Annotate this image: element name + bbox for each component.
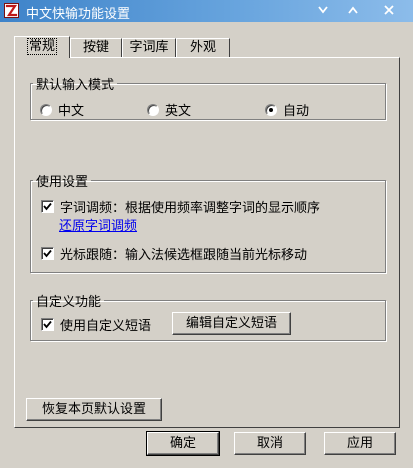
checkmark-icon [43, 202, 52, 211]
tab-appearance[interactable]: 外观 [176, 38, 230, 57]
edit-custom-phrase-button[interactable]: 编辑自定义短语 [172, 312, 291, 335]
radio-circle [147, 103, 159, 116]
apply-button[interactable]: 应用 [324, 432, 396, 455]
restore-freq-link[interactable]: 还原字词调频 [59, 215, 137, 234]
tab-panel-general: 默认输入模式 中文 英文 自动 使用设置 字词调频：根据使用频率调整字词的显示顺… [14, 57, 400, 428]
checkbox-box [41, 200, 54, 213]
dialog-body: 常规 按键 字词库 外观 默认输入模式 中文 英文 自动 使用设置 字词调频：根… [0, 22, 413, 468]
input-mode-legend: 默认输入模式 [36, 78, 115, 93]
tab-keys[interactable]: 按键 [70, 38, 122, 57]
radio-auto[interactable]: 自动 [265, 100, 309, 119]
use-custom-phrase-checkbox[interactable]: 使用自定义短语 [41, 315, 151, 334]
checkbox-box [41, 247, 54, 260]
radio-circle [40, 103, 52, 116]
restore-defaults-button[interactable]: 恢复本页默认设置 [26, 398, 162, 421]
title-bar[interactable]: 中文快输功能设置 [0, 0, 413, 22]
restore-icon[interactable] [342, 0, 364, 20]
checkbox-box [41, 318, 54, 331]
checkmark-icon [43, 249, 52, 258]
close-icon[interactable] [378, 0, 400, 20]
checkmark-icon [43, 320, 52, 329]
tab-general[interactable]: 常规 [14, 36, 70, 58]
custom-functions-legend: 自定义功能 [36, 295, 102, 310]
cursor-follow-checkbox[interactable]: 光标跟随：输入法候选框跟随当前光标移动 [41, 244, 307, 263]
app-logo-icon [4, 3, 19, 18]
freq-adjust-checkbox[interactable]: 字词调频：根据使用频率调整字词的显示顺序 [41, 197, 320, 216]
radio-chinese[interactable]: 中文 [40, 100, 84, 119]
tab-dictionary[interactable]: 字词库 [122, 38, 176, 57]
radio-circle-selected [265, 103, 277, 116]
minimize-icon[interactable] [312, 0, 334, 20]
ok-button[interactable]: 确定 [146, 431, 220, 456]
usage-settings-legend: 使用设置 [36, 175, 89, 190]
window-title: 中文快输功能设置 [26, 7, 131, 22]
cancel-button[interactable]: 取消 [234, 432, 306, 455]
radio-english[interactable]: 英文 [147, 100, 191, 119]
